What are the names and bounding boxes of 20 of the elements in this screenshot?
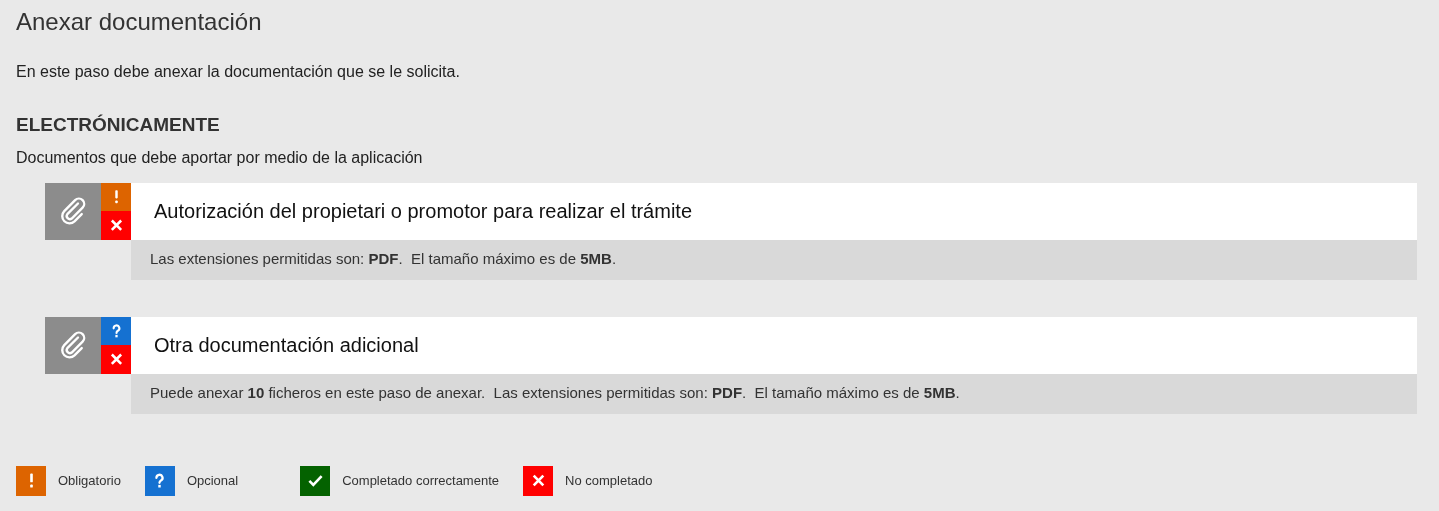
paperclip-icon [58,330,88,360]
paperclip-icon [58,196,88,226]
cross-icon [523,465,553,496]
legend-label: No completado [565,471,653,490]
attachment-button[interactable] [45,182,101,240]
document-title: Otra documentación adicional [154,333,419,358]
question-icon [144,465,175,496]
document-info: Las extensiones permitidas son: PDF. El tamaño máximo es de 5MB. [150,249,617,270]
legend-label: Completado correctamente [342,471,499,490]
legend-label: Opcional [186,471,239,490]
checkmark-icon [300,465,331,496]
intro-text: En este paso debe anexar la documentación que se le solicita. [16,62,461,82]
document-info: Puede anexar 10 ficheros en este paso de anexar. Las extensiones permitidas son: PDF. El tamaño máximo es de 5MB. [150,383,960,404]
attachment-button[interactable] [45,316,101,374]
document-title: Autorización del propietari o promotor para realizar el trámite [154,199,693,224]
section-subtitle: Documentos que debe aportar por medio de la aplicación [16,147,424,168]
legend-label: Obligatorio [58,471,121,490]
section-heading: ELECTRÓNICAMENTE [16,113,221,137]
exclamation-icon [16,465,46,496]
page-title: Anexar documentación [16,7,263,37]
